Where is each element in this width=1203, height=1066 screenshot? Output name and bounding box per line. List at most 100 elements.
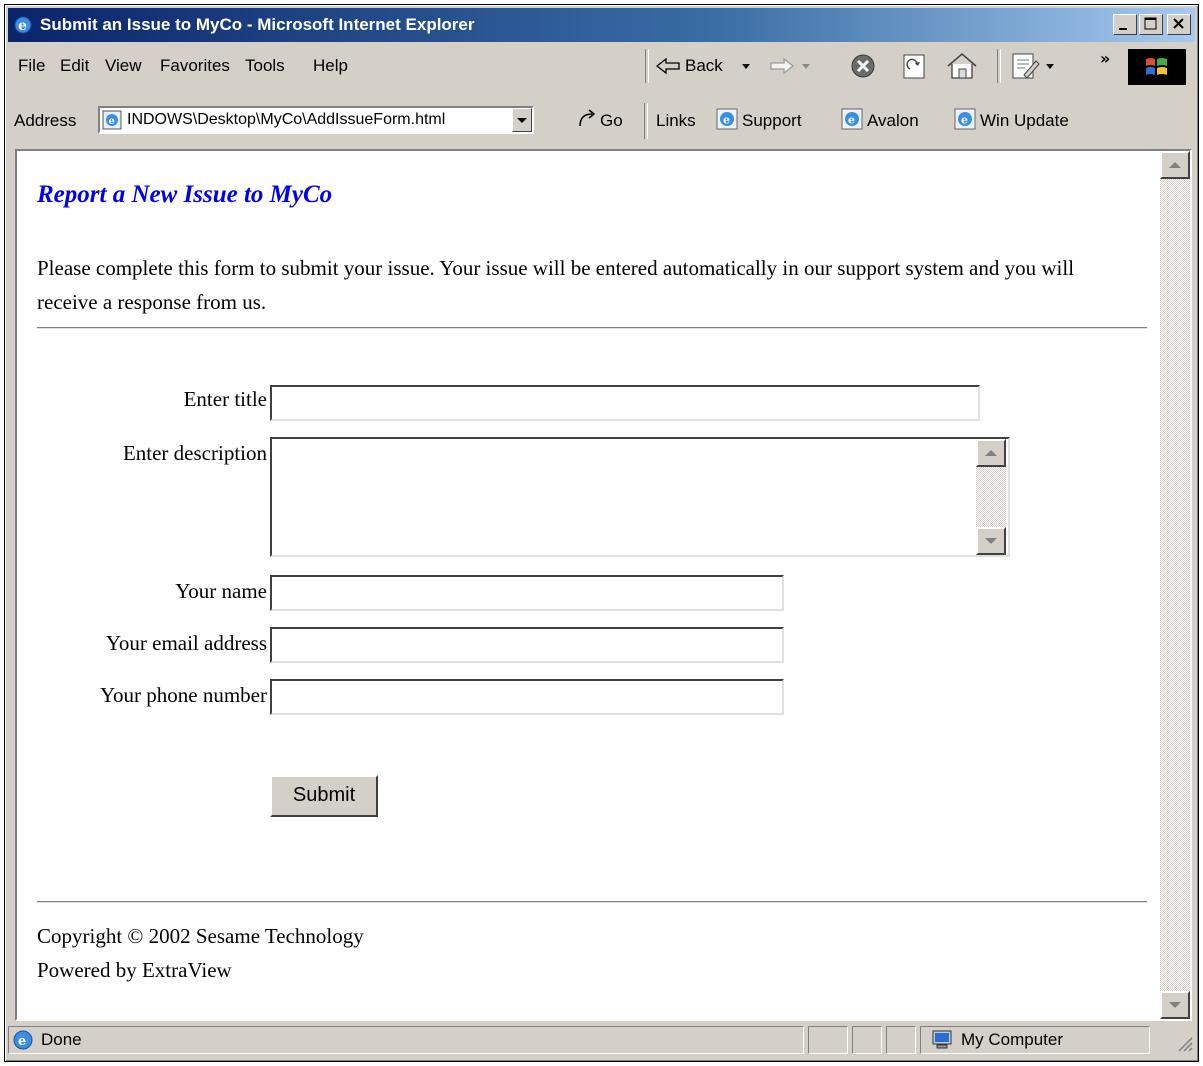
- toolbar-separator: [645, 49, 649, 83]
- scroll-up-button[interactable]: [976, 439, 1006, 467]
- scroll-down-button[interactable]: [976, 527, 1006, 555]
- status-text: Done: [41, 1030, 82, 1049]
- back-button[interactable]: Back: [655, 53, 755, 79]
- copyright-text: Copyright © 2002 Sesame Technology: [37, 924, 364, 948]
- email-input[interactable]: [270, 627, 784, 663]
- page-content: Report a New Issue to MyCo Please comple…: [15, 149, 1192, 1021]
- back-dropdown-icon: [742, 64, 750, 69]
- windows-flag-icon: [1146, 58, 1167, 75]
- edit-page-icon: [1012, 53, 1054, 79]
- refresh-icon: [903, 54, 925, 79]
- ie-icon: e: [14, 16, 32, 34]
- toolbar-chevron[interactable]: »: [1100, 49, 1110, 68]
- status-bar: e Done My Computer: [8, 1023, 1195, 1059]
- page-scroll-down-button[interactable]: [1160, 991, 1190, 1019]
- go-arrow-icon: [579, 109, 596, 127]
- status-panel-main: e Done: [8, 1026, 804, 1054]
- menu-edit[interactable]: Edit: [60, 56, 89, 76]
- windows-logo: [1128, 49, 1186, 85]
- menu-bar: File Edit View Favorites Tools Help: [8, 45, 641, 85]
- email-label: Your email address: [105, 631, 267, 655]
- chevron-down-icon: [517, 118, 527, 123]
- window-title: Submit an Issue to MyCo - Microsoft Inte…: [40, 15, 475, 34]
- description-label: Enter description: [122, 441, 267, 465]
- intro-text: Please complete this form to submit your…: [37, 256, 1075, 314]
- minimize-button[interactable]: [1113, 14, 1137, 35]
- textarea-scrollbar[interactable]: [976, 439, 1006, 555]
- address-label: Address: [14, 111, 77, 130]
- description-textarea[interactable]: [270, 437, 1010, 557]
- svg-text:e: e: [109, 116, 115, 127]
- refresh-button[interactable]: [900, 53, 928, 85]
- svg-text:e: e: [848, 114, 855, 127]
- ie-link-icon: e: [954, 108, 976, 130]
- maximize-button[interactable]: [1139, 14, 1163, 35]
- address-url: INDOWS\Desktop\MyCo\AddIssueForm.html: [127, 111, 446, 128]
- menu-tools[interactable]: Tools: [245, 56, 285, 76]
- link-avalon-label: Avalon: [867, 111, 919, 130]
- arrow-up-icon: [1169, 162, 1181, 168]
- band-separator: [644, 103, 648, 139]
- powered-by-text: Powered by ExtraView: [37, 958, 232, 982]
- ie-status-icon: e: [13, 1030, 33, 1050]
- maximize-icon: [1144, 17, 1157, 30]
- web-page: Report a New Issue to MyCo Please comple…: [17, 151, 1161, 1019]
- links-label: Links: [656, 111, 696, 130]
- page-icon: e: [102, 110, 122, 135]
- computer-icon: [932, 1030, 952, 1049]
- submit-button[interactable]: Submit: [270, 775, 378, 817]
- stop-icon: [851, 54, 875, 78]
- edit-button[interactable]: [1010, 51, 1060, 85]
- link-support-label: Support: [742, 111, 802, 130]
- zone-text: My Computer: [961, 1030, 1064, 1049]
- status-zone-panel: My Computer: [920, 1026, 1150, 1054]
- address-field[interactable]: e INDOWS\Desktop\MyCo\AddIssueForm.html: [98, 106, 534, 134]
- footer: Copyright © 2002 Sesame Technology Power…: [37, 919, 364, 987]
- address-dropdown-button[interactable]: [512, 108, 532, 132]
- ie-link-icon: e: [716, 108, 738, 130]
- resize-grip-icon: [1178, 1037, 1193, 1052]
- standard-toolbar: Back »: [645, 45, 1125, 85]
- resize-grip[interactable]: [1175, 1034, 1193, 1057]
- phone-input[interactable]: [270, 679, 784, 715]
- svg-text:e: e: [723, 114, 730, 127]
- address-bar: Address e INDOWS\Desktop\MyCo\AddIssueFo…: [8, 101, 1195, 141]
- menu-favorites[interactable]: Favorites: [160, 56, 230, 76]
- menu-file[interactable]: File: [18, 56, 45, 76]
- stop-button[interactable]: [850, 53, 878, 85]
- page-scroll-up-button[interactable]: [1160, 151, 1190, 179]
- menu-view[interactable]: View: [105, 56, 142, 76]
- back-arrow-icon: [655, 57, 680, 75]
- forward-button[interactable]: [769, 54, 813, 82]
- status-panel-3: [852, 1026, 882, 1054]
- svg-text:e: e: [961, 114, 968, 127]
- arrow-down-icon: [1169, 1002, 1181, 1008]
- back-label: Back: [685, 56, 723, 75]
- ie-link-icon: e: [841, 108, 863, 130]
- title-input[interactable]: [270, 385, 980, 421]
- minimize-icon: [1119, 28, 1127, 30]
- home-icon: [947, 53, 977, 79]
- divider-bottom: [37, 901, 1147, 903]
- go-button[interactable]: Go: [576, 106, 636, 134]
- title-bar[interactable]: e Submit an Issue to MyCo - Microsoft In…: [8, 8, 1195, 42]
- status-panel-2: [808, 1026, 848, 1054]
- svg-text:e: e: [18, 18, 27, 34]
- browser-window: e Submit an Issue to MyCo - Microsoft In…: [4, 4, 1199, 1062]
- page-scrollbar[interactable]: [1160, 151, 1190, 1019]
- close-button[interactable]: [1167, 14, 1191, 35]
- phone-label: Your phone number: [99, 683, 267, 707]
- name-label: Your name: [175, 579, 267, 603]
- page-heading: Report a New Issue to MyCo: [37, 181, 333, 208]
- go-label: Go: [600, 111, 623, 130]
- home-button[interactable]: [945, 51, 979, 85]
- arrow-up-icon: [985, 450, 997, 456]
- divider-top: [37, 327, 1147, 329]
- link-win-update-label: Win Update: [980, 111, 1069, 130]
- arrow-down-icon: [985, 538, 997, 544]
- status-panel-4: [886, 1026, 916, 1054]
- forward-arrow-icon: [770, 57, 810, 75]
- name-input[interactable]: [270, 575, 784, 611]
- toolbar-separator-2: [997, 49, 1001, 83]
- menu-help[interactable]: Help: [313, 56, 348, 76]
